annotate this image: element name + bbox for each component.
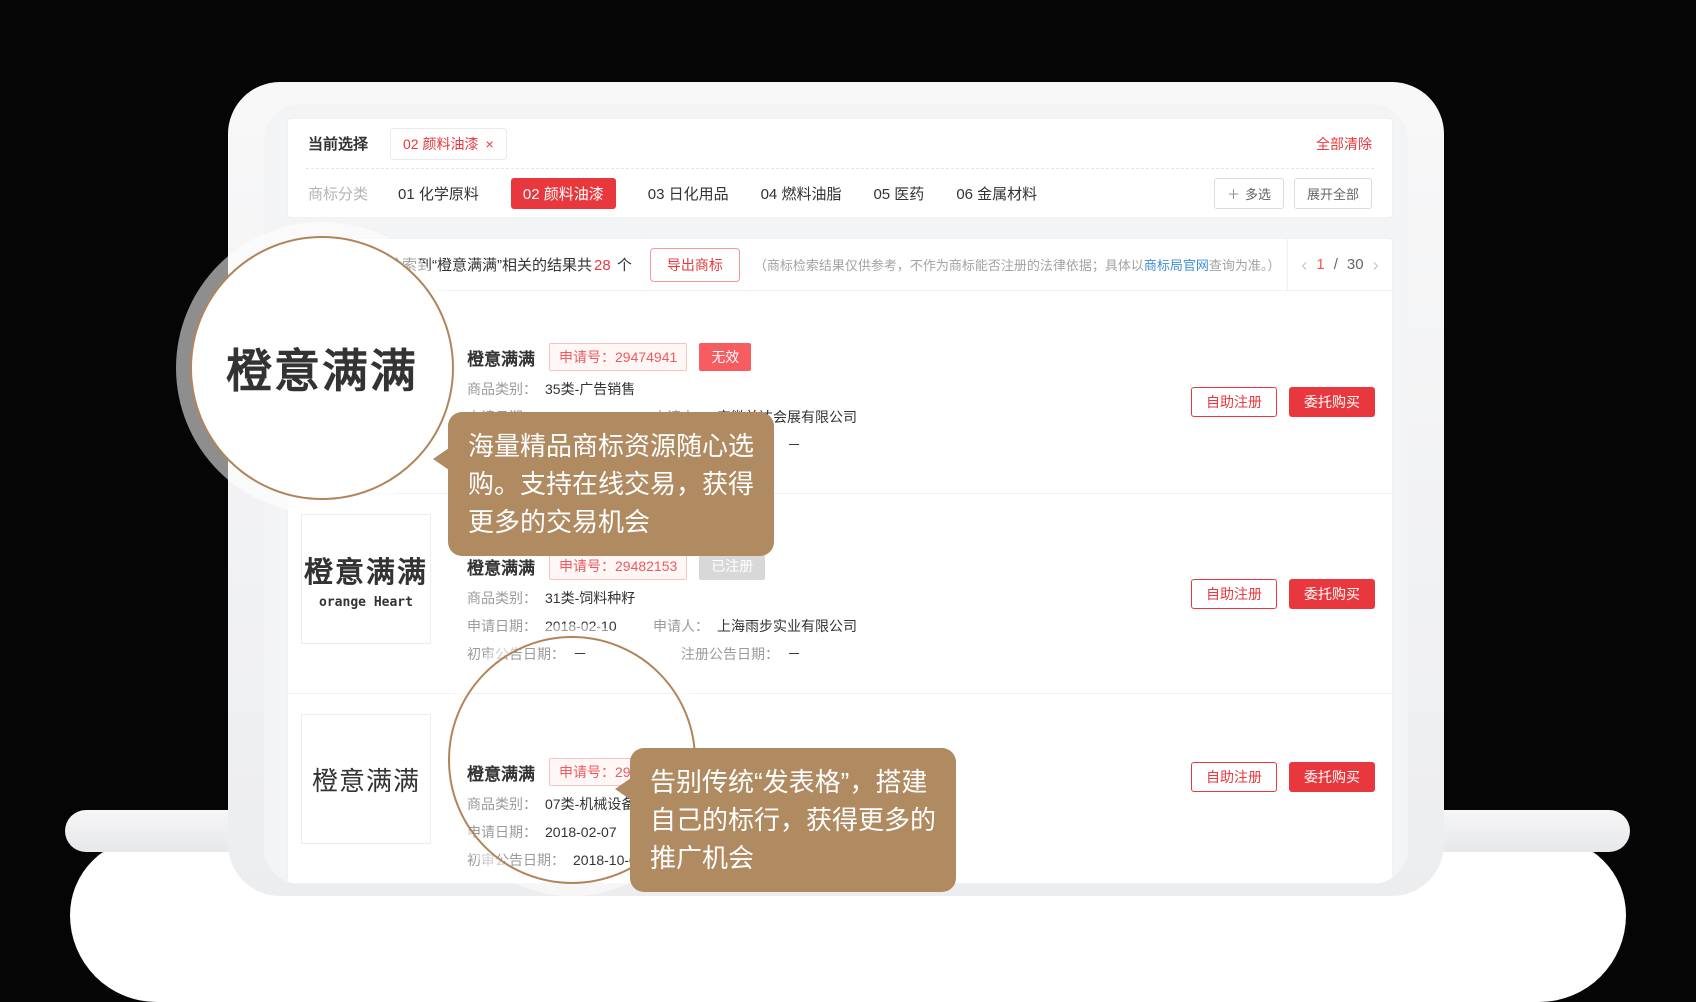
trademark-name: 橙意满满: [467, 345, 535, 370]
prev-page-icon[interactable]: ‹: [1301, 256, 1307, 274]
tooltip-arrow: [433, 448, 449, 470]
category-item-02-selected[interactable]: 02 颜料油漆: [511, 178, 616, 209]
category-filter-label: 商标分类: [308, 183, 368, 204]
export-button[interactable]: 导出商标: [650, 248, 740, 282]
marketing-stage: 当前选择 02 颜料油漆 × 全部清除 商标分类 01 化学原料 02 颜料油漆…: [0, 0, 1696, 1002]
trademark-office-link[interactable]: 商标局官网: [1144, 258, 1209, 273]
apply-date-label: 申请日期：: [467, 616, 537, 636]
reg-pub-value: －: [787, 644, 801, 664]
self-register-button[interactable]: 自助注册: [1191, 762, 1277, 792]
trademark-thumbnail-3: 橙意满满: [301, 714, 431, 844]
applicant-label: 申请人：: [653, 616, 709, 636]
filter-card: 当前选择 02 颜料油漆 × 全部清除 商标分类 01 化学原料 02 颜料油漆…: [287, 118, 1393, 218]
plus-icon: ＋: [1227, 184, 1240, 203]
reg-pub-value: －: [787, 435, 801, 455]
applicant-value: 上海雨步实业有限公司: [717, 616, 857, 636]
category-row: 商标分类 01 化学原料 02 颜料油漆 03 日化用品 04 燃料油脂 05 …: [288, 169, 1392, 218]
entrust-purchase-button[interactable]: 委托购买: [1289, 762, 1375, 792]
category-item-03[interactable]: 03 日化用品: [648, 183, 729, 204]
trademark-name: 橙意满满: [467, 554, 535, 579]
entrust-purchase-button[interactable]: 委托购买: [1289, 387, 1375, 417]
tooltip-line: 告别传统“发表格”，搭建: [650, 763, 936, 801]
expand-all-button[interactable]: 展开全部: [1294, 178, 1372, 209]
next-page-icon[interactable]: ›: [1373, 256, 1379, 274]
magnifier-circle-1: 橙意满满: [190, 236, 454, 500]
category-label: 商品类别：: [467, 379, 537, 399]
tooltip-line: 自己的标行，获得更多的: [650, 801, 936, 839]
clear-all-button[interactable]: 全部清除: [1316, 134, 1372, 154]
thumbnail-subtext: orange Heart: [319, 595, 413, 610]
tooltip-line: 购。支持在线交易，获得: [468, 465, 754, 503]
serial-badge: 申请号：29474941: [549, 343, 687, 371]
serial-badge: 申请号：29482153: [549, 552, 687, 580]
remove-tag-icon[interactable]: ×: [485, 136, 493, 152]
disclaimer-prefix: （商标检索结果仅供参考，不作为商标能否注册的法律依据；具体以: [754, 258, 1144, 273]
self-register-button[interactable]: 自助注册: [1191, 387, 1277, 417]
pager: ‹ 1 / 30 ›: [1287, 239, 1392, 290]
summary-count: 28: [594, 257, 611, 274]
category-item-06[interactable]: 06 金属材料: [956, 183, 1037, 204]
tooltip-line: 推广机会: [650, 839, 936, 877]
current-selection-label: 当前选择: [308, 133, 368, 154]
category-item-05[interactable]: 05 医药: [873, 183, 924, 204]
tooltip-line: 更多的交易机会: [468, 503, 754, 541]
tooltip-line: 海量精品商标资源随心选: [468, 427, 754, 465]
reg-pub-label: 注册公告日期：: [681, 644, 779, 664]
category-item-04[interactable]: 04 燃料油脂: [761, 183, 842, 204]
self-register-button[interactable]: 自助注册: [1191, 579, 1277, 609]
page-separator: /: [1334, 256, 1338, 273]
current-selection-row: 当前选择 02 颜料油漆 × 全部清除: [288, 119, 1392, 168]
category-item-01[interactable]: 01 化学原料: [398, 183, 479, 204]
page-total: 30: [1347, 256, 1364, 273]
multi-select-button[interactable]: ＋ 多选: [1214, 178, 1284, 209]
trademark-thumbnail-2: 橙意满满 orange Heart: [301, 514, 431, 644]
status-badge: 已注册: [699, 552, 765, 580]
thumbnail-text: 橙意满满: [312, 761, 420, 798]
tooltip-marketplace: 海量精品商标资源随心选 购。支持在线交易，获得 更多的交易机会: [448, 412, 774, 556]
selected-filter-tag-label: 02 颜料油漆: [403, 134, 478, 154]
tooltip-arrow: [615, 778, 631, 800]
magnified-trademark-text: 橙意满满: [226, 335, 418, 401]
tooltip-promotion: 告别传统“发表格”，搭建 自己的标行，获得更多的 推广机会: [630, 748, 956, 892]
disclaimer: （商标检索结果仅供参考，不作为商标能否注册的法律依据；具体以商标局官网查询为准。…: [754, 255, 1281, 274]
disclaimer-suffix: 查询为准。）: [1209, 258, 1281, 273]
entrust-purchase-button[interactable]: 委托购买: [1289, 579, 1375, 609]
category-value: 31类-饲料种籽: [545, 588, 635, 608]
results-header: 当前分类下检索到“橙意满满”相关的结果共28 个 导出商标 （商标检索结果仅供参…: [288, 239, 1392, 291]
apply-date-value: 2018-02-10: [545, 616, 637, 636]
current-page: 1: [1316, 256, 1324, 273]
status-badge: 无效: [699, 343, 751, 371]
selected-filter-tag[interactable]: 02 颜料油漆 ×: [390, 128, 507, 160]
summary-suffix: 个: [613, 257, 632, 274]
category-label: 商品类别：: [467, 588, 537, 608]
multi-select-label: 多选: [1245, 184, 1271, 203]
thumbnail-text: 橙意满满: [304, 549, 428, 591]
category-value: 35类-广告销售: [545, 379, 635, 399]
